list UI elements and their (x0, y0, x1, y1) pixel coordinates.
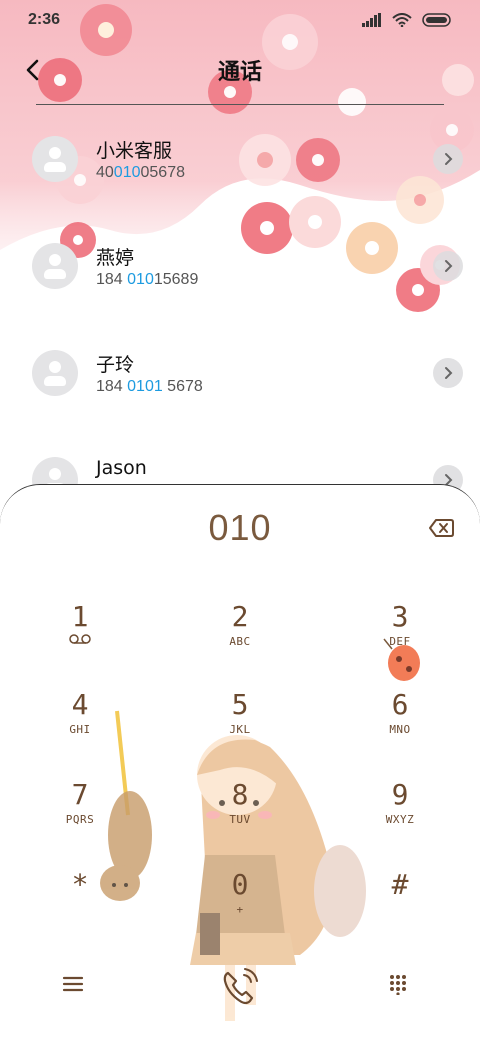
key-digit: 4 (71, 688, 89, 721)
key-8[interactable]: 8 TUV (190, 779, 290, 849)
key-digit: 0 (231, 868, 249, 901)
signal-icon (362, 13, 381, 27)
battery-icon (422, 13, 451, 27)
contact-number: 184 0101 5678 (96, 378, 203, 396)
menu-icon (62, 976, 84, 992)
keypad-toggle-button[interactable] (388, 973, 416, 1001)
avatar (32, 136, 78, 182)
contact-row[interactable]: 子玲 184 0101 5678 (0, 320, 480, 427)
call-button[interactable] (218, 965, 262, 1009)
number-match: 010 (113, 164, 141, 181)
number-suffix: 5678 (162, 378, 203, 395)
key-letters: PQRS (65, 813, 95, 826)
contact-name: 燕婷 (96, 247, 135, 269)
key-star[interactable]: * (30, 869, 130, 939)
contact-row[interactable]: 燕婷 184 01015689 (0, 213, 480, 320)
phone-call-icon (223, 968, 258, 1005)
key-digit: 3 (391, 600, 409, 633)
number-prefix: 40 (96, 164, 114, 181)
contact-name: 小米客服 (96, 140, 173, 162)
contact-name: 子玲 (96, 354, 135, 376)
header-divider (36, 104, 444, 105)
key-digit: 6 (391, 688, 409, 721)
contact-detail-button[interactable] (433, 144, 463, 174)
page-title: 通话 (217, 60, 262, 85)
backspace-button[interactable] (424, 513, 458, 543)
key-digit: * (71, 868, 89, 901)
key-digit: 1 (71, 600, 89, 633)
key-5[interactable]: 5 JKL (190, 689, 290, 759)
key-3[interactable]: 3 DEF (350, 601, 450, 671)
chevron-right-icon (445, 153, 453, 165)
contact-name: Jason (96, 457, 147, 479)
key-digit: 8 (231, 778, 249, 811)
key-digit: # (391, 868, 409, 901)
key-4[interactable]: 4 GHI (30, 689, 130, 759)
keypad-icon (390, 975, 406, 996)
number-match: 0101 (127, 378, 163, 395)
avatar (32, 243, 78, 289)
key-letters: DEF (389, 635, 411, 648)
backspace-icon (429, 519, 454, 537)
status-bar: 2:36 (0, 0, 480, 40)
dialpad-bottom-bar (0, 955, 480, 1015)
key-letters: MNO (389, 723, 411, 736)
contact-detail-button[interactable] (433, 358, 463, 388)
number-match: 010 (127, 271, 154, 288)
menu-button[interactable] (62, 975, 94, 1003)
number-suffix: 15689 (153, 271, 199, 288)
number-prefix: 184 (96, 271, 128, 288)
key-hash[interactable]: # (350, 869, 450, 939)
chevron-right-icon (445, 367, 453, 379)
contact-number: 4001005678 (96, 164, 185, 182)
avatar (32, 350, 78, 396)
key-letters: WXYZ (385, 813, 415, 826)
voicemail-icon (69, 634, 91, 644)
key-letters: + (236, 903, 244, 916)
dial-number-display: 010 (208, 507, 272, 548)
contact-detail-button[interactable] (433, 251, 463, 281)
wifi-icon (392, 13, 412, 27)
number-prefix: 184 (96, 378, 128, 395)
key-1[interactable]: 1 (30, 601, 130, 671)
key-letters: JKL (229, 723, 251, 736)
app-header: 通话 (0, 46, 480, 94)
key-0[interactable]: 0 + (190, 869, 290, 939)
key-2[interactable]: 2 ABC (190, 601, 290, 671)
key-letters: GHI (69, 723, 91, 736)
chevron-right-icon (445, 260, 453, 272)
key-9[interactable]: 9 WXYZ (350, 779, 450, 849)
key-7[interactable]: 7 PQRS (30, 779, 130, 849)
key-digit: 7 (71, 778, 89, 811)
dialpad-sheet: 010 1 2 ABC 3 DEF 4 GHI 5 JKL 6 MNO 7 PQ… (0, 484, 480, 1040)
key-6[interactable]: 6 MNO (350, 689, 450, 759)
contact-list: 小米客服 4001005678 燕婷 184 01015689 子玲 184 0… (0, 106, 480, 534)
status-icons (362, 13, 452, 27)
status-time: 2:36 (28, 11, 61, 28)
key-digit: 9 (391, 778, 409, 811)
key-letters: ABC (229, 635, 251, 648)
contact-row[interactable]: 小米客服 4001005678 (0, 106, 480, 213)
key-digit: 2 (231, 600, 249, 633)
contact-number: 184 01015689 (96, 271, 198, 289)
key-letters: TUV (229, 813, 251, 826)
number-suffix: 05678 (140, 164, 186, 181)
key-digit: 5 (231, 688, 249, 721)
